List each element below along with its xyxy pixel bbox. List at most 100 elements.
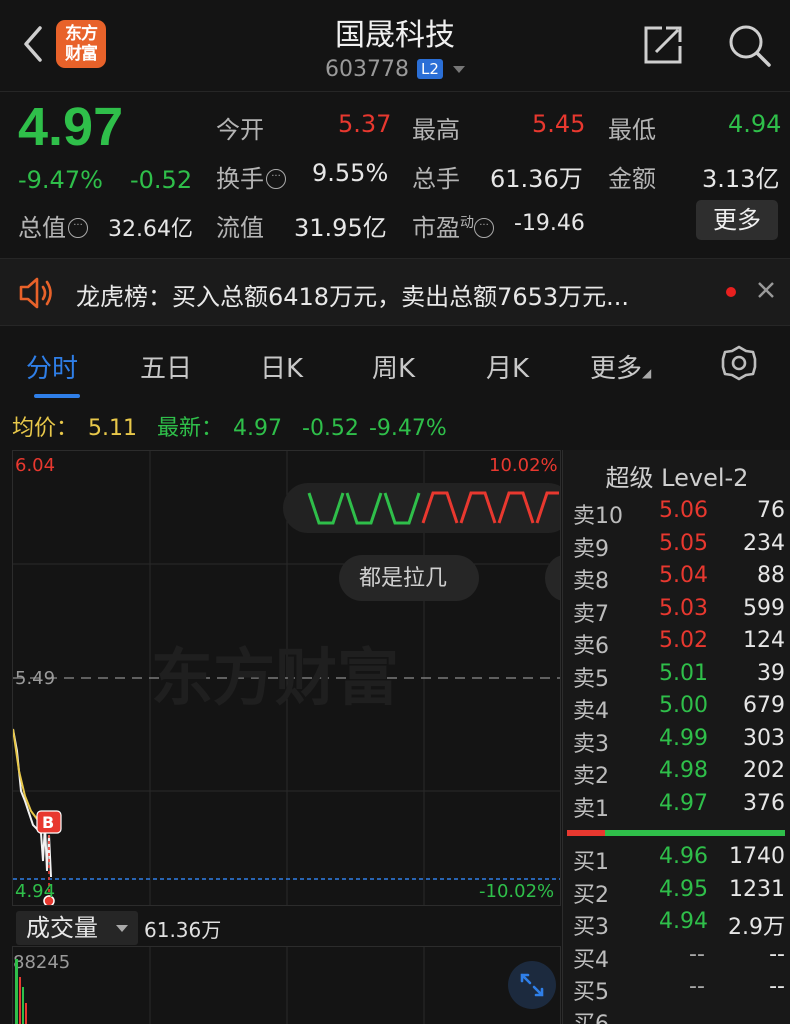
ask-volume: 679 <box>743 693 785 718</box>
ask-row[interactable]: 卖10 5.06 76 <box>563 498 790 530</box>
pe-value: -19.46 <box>514 211 585 236</box>
active-tab-indicator <box>34 394 80 398</box>
ask-label: 卖6 <box>573 634 609 659</box>
fullscreen-button[interactable] <box>508 961 556 1009</box>
ask-row[interactable]: 卖5 5.01 39 <box>563 661 790 693</box>
indicator-select-label: 成交量 <box>26 914 98 942</box>
top-bar: 东方 财富 国晟科技 603778 L2 <box>0 0 790 92</box>
bottom-price-label: 4.94 <box>15 881 55 902</box>
volume-header: 成交量 61.36万 <box>12 908 561 948</box>
amount-label: 金额 <box>608 165 656 193</box>
latest-change-pct: -9.47% <box>368 416 447 441</box>
ask-row[interactable]: 卖1 4.97 376 <box>563 791 790 823</box>
more-button[interactable]: 更多 <box>696 200 778 240</box>
watermark: 东方财富 <box>151 641 399 714</box>
ask-price: 5.00 <box>659 693 708 718</box>
volume-total: 61.36万 <box>144 918 222 942</box>
ask-price: 4.98 <box>659 758 708 783</box>
volume-value: 61.36万 <box>490 165 583 193</box>
caret-down-icon <box>452 66 465 73</box>
volume-canvas: 88245 <box>13 947 425 1024</box>
bottom-percent-label: -10.02% <box>479 881 554 902</box>
dragon-tiger-notice[interactable]: 龙虎榜：买入总额6418万元，卖出总额7653万元... <box>0 258 790 326</box>
ask-volume: 303 <box>743 726 785 751</box>
ask-label: 卖5 <box>573 667 609 692</box>
ask-row[interactable]: 卖7 5.03 599 <box>563 596 790 628</box>
close-icon[interactable] <box>752 276 780 304</box>
ask-volume: 88 <box>757 563 785 588</box>
ask-row[interactable]: 卖8 5.04 88 <box>563 563 790 595</box>
bid-row[interactable]: 买3 4.94 2.9万 <box>563 909 790 941</box>
bid-volume: 1231 <box>729 877 785 902</box>
ask-label: 卖1 <box>573 797 609 822</box>
ask-volume: 376 <box>743 791 785 816</box>
bid-row[interactable]: 买6 <box>563 1006 790 1024</box>
avg-value: 5.11 <box>88 416 137 441</box>
volume-bar <box>25 1003 27 1024</box>
tab-5day[interactable]: 五日 <box>140 348 192 385</box>
avg-label: 均价： <box>12 416 79 441</box>
speaker-icon <box>19 277 52 309</box>
ask-price: 5.03 <box>659 596 708 621</box>
change-percent: -9.47% <box>18 166 103 194</box>
bid-label: 买5 <box>573 980 609 1005</box>
float-cap-value: 31.95亿 <box>294 214 387 242</box>
ask-price: 5.04 <box>659 563 708 588</box>
share-icon[interactable] <box>640 22 686 68</box>
order-book-title: 超级 Level-2 <box>605 464 749 492</box>
info-icon[interactable]: ··· <box>266 169 286 189</box>
open-value: 5.37 <box>338 110 392 138</box>
market-cap-value: 32.64亿 <box>108 217 193 242</box>
intraday-chart[interactable]: 东方财富 都是拉几 B 6.04 10.02% 5.49 4.94 -10.02… <box>12 450 561 906</box>
tab-monthly-k[interactable]: 月K <box>486 348 529 385</box>
amount-value: 3.13亿 <box>702 165 780 193</box>
bid-price: 4.96 <box>659 844 708 869</box>
notice-text: 龙虎榜：买入总额6418万元，卖出总额7653万元... <box>76 283 630 311</box>
ask-volume: 234 <box>743 531 785 556</box>
ask-row[interactable]: 卖4 5.00 679 <box>563 693 790 725</box>
bid-row[interactable]: 买1 4.96 1740 <box>563 844 790 876</box>
bid-label: 买1 <box>573 850 609 875</box>
bid-row[interactable]: 买2 4.95 1231 <box>563 877 790 909</box>
indicator-select[interactable]: 成交量 <box>16 911 138 945</box>
chart-period-tabs: 分时 五日 日K 周K 月K 更多◢ <box>0 336 790 400</box>
bid-label: 买2 <box>573 883 609 908</box>
ask-row[interactable]: 卖3 4.99 303 <box>563 726 790 758</box>
comment-bubble-text: 都是拉几 <box>359 566 447 591</box>
expand-icon <box>520 973 544 997</box>
bid-row[interactable]: 买5 -- -- <box>563 974 790 1006</box>
tab-intraday[interactable]: 分时 <box>26 348 78 385</box>
ask-row[interactable]: 卖2 4.98 202 <box>563 758 790 790</box>
search-icon[interactable] <box>726 22 772 68</box>
unread-dot <box>726 287 736 297</box>
info-icon[interactable]: ··· <box>68 218 88 238</box>
gear-icon[interactable] <box>720 344 758 382</box>
avg-price: 均价： 5.11 <box>12 416 147 441</box>
caret-down-icon <box>116 925 128 932</box>
ask-row[interactable]: 卖9 5.05 234 <box>563 531 790 563</box>
turnover-value: 9.55% <box>312 159 389 187</box>
order-book[interactable]: 超级 Level-2 卖10 5.06 76 卖9 5.05 234 卖8 5.04 88 … <box>562 450 790 1024</box>
bid-row[interactable]: 买4 -- -- <box>563 942 790 974</box>
ask-label: 卖2 <box>573 764 609 789</box>
info-icon[interactable]: ··· <box>474 218 494 238</box>
bid-volume: -- <box>769 974 785 999</box>
corner-triangle-icon: ◢ <box>642 366 652 380</box>
tab-weekly-k[interactable]: 周K <box>372 348 415 385</box>
latest-price: 最新： 4.97 <box>157 416 292 441</box>
comment-bubble <box>545 555 560 601</box>
ask-price: 5.02 <box>659 628 708 653</box>
low-label: 最低 <box>608 116 656 144</box>
ask-row[interactable]: 卖6 5.02 124 <box>563 628 790 660</box>
bid-price: 4.94 <box>659 909 708 934</box>
level2-badge: L2 <box>417 59 443 79</box>
latest-value: 4.97 <box>233 416 282 441</box>
tab-daily-k[interactable]: 日K <box>260 348 303 385</box>
open-label: 今开 <box>216 116 264 144</box>
ask-price: 5.06 <box>659 498 708 523</box>
volume-bar <box>22 987 24 1024</box>
volume-chart[interactable]: 88245 <box>12 946 561 1024</box>
stock-code: 603778 <box>325 57 410 82</box>
ask-label: 卖4 <box>573 699 609 724</box>
tab-more[interactable]: 更多◢ <box>590 348 651 385</box>
